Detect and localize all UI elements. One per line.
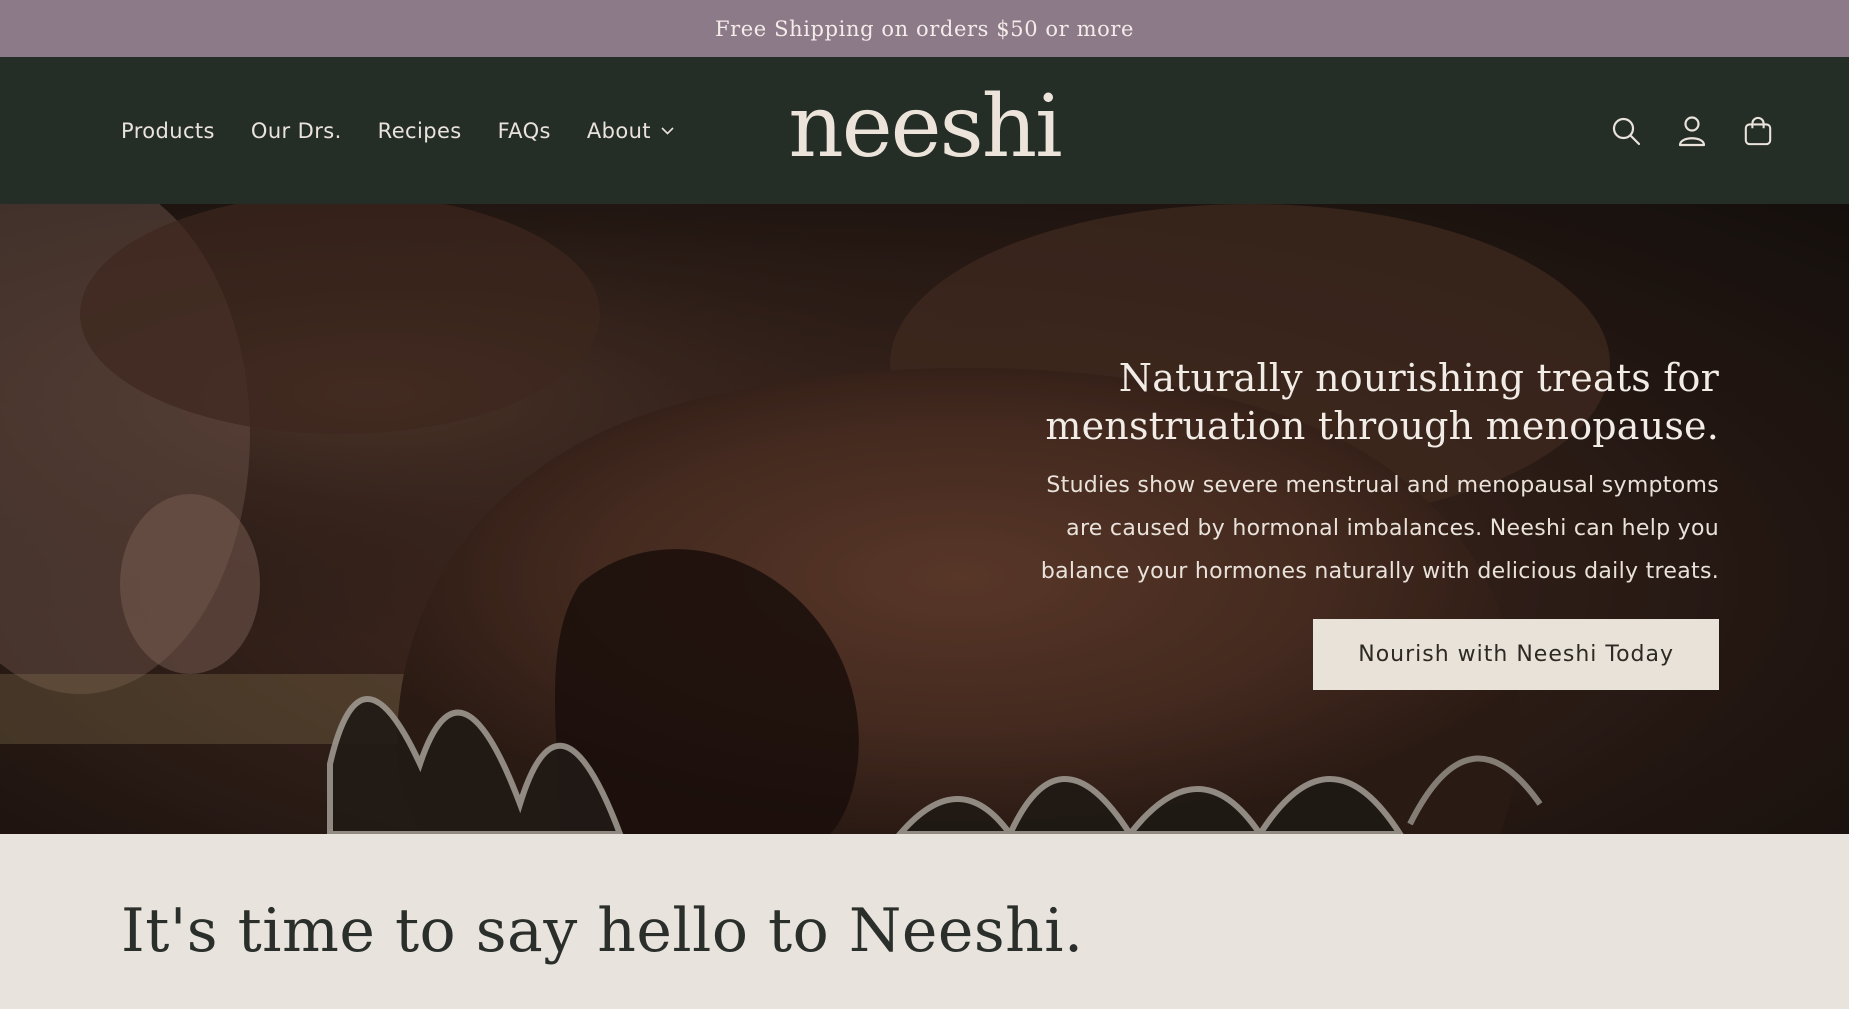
- intro-heading: It's time to say hello to Neeshi.: [121, 896, 1084, 966]
- logo-wordmark[interactable]: neeshi: [788, 84, 1062, 170]
- nav-faqs[interactable]: FAQs: [498, 119, 551, 143]
- chevron-down-icon: [661, 126, 674, 135]
- main-nav: Products Our Drs. Recipes FAQs About: [121, 57, 674, 204]
- hero-body-line1: Studies show severe menstrual and menopa…: [1046, 473, 1719, 498]
- intro-section: It's time to say hello to Neeshi.: [0, 834, 1849, 1009]
- hero-description: Studies show severe menstrual and menopa…: [959, 464, 1719, 593]
- hero-banner: Naturally nourishing treats for menstrua…: [0, 204, 1849, 834]
- hero-title: Naturally nourishing treats for menstrua…: [959, 354, 1719, 450]
- hero-title-line2: menstruation through menopause.: [1045, 404, 1719, 448]
- hero-body-line3: balance your hormones naturally with del…: [1040, 559, 1719, 584]
- nav-recipes-label: Recipes: [377, 118, 462, 143]
- account-icon[interactable]: [1677, 115, 1707, 147]
- hero-content: Naturally nourishing treats for menstrua…: [959, 354, 1719, 690]
- nav-our-drs[interactable]: Our Drs.: [251, 119, 342, 143]
- nourish-cta-button[interactable]: Nourish with Neeshi Today: [1313, 619, 1719, 690]
- hero-title-line1: Naturally nourishing treats for: [1118, 356, 1719, 400]
- nav-our-drs-label: Our Drs.: [250, 118, 342, 143]
- nav-products-label: Products: [121, 118, 215, 143]
- announcement-text: Free Shipping on orders $50 or more: [714, 16, 1135, 41]
- nav-products[interactable]: Products: [121, 119, 215, 143]
- cart-icon[interactable]: [1743, 115, 1773, 147]
- header-actions: [1611, 57, 1773, 204]
- search-icon[interactable]: [1611, 115, 1641, 147]
- nav-faqs-label: FAQs: [497, 118, 551, 143]
- site-header: Products Our Drs. Recipes FAQs About nee…: [0, 57, 1849, 204]
- nav-about[interactable]: About: [587, 119, 674, 143]
- nav-recipes[interactable]: Recipes: [378, 119, 462, 143]
- nav-about-label: About: [586, 118, 651, 143]
- announcement-bar: Free Shipping on orders $50 or more: [0, 0, 1849, 57]
- hero-body-line2: are caused by hormonal imbalances. Neesh…: [1066, 516, 1719, 541]
